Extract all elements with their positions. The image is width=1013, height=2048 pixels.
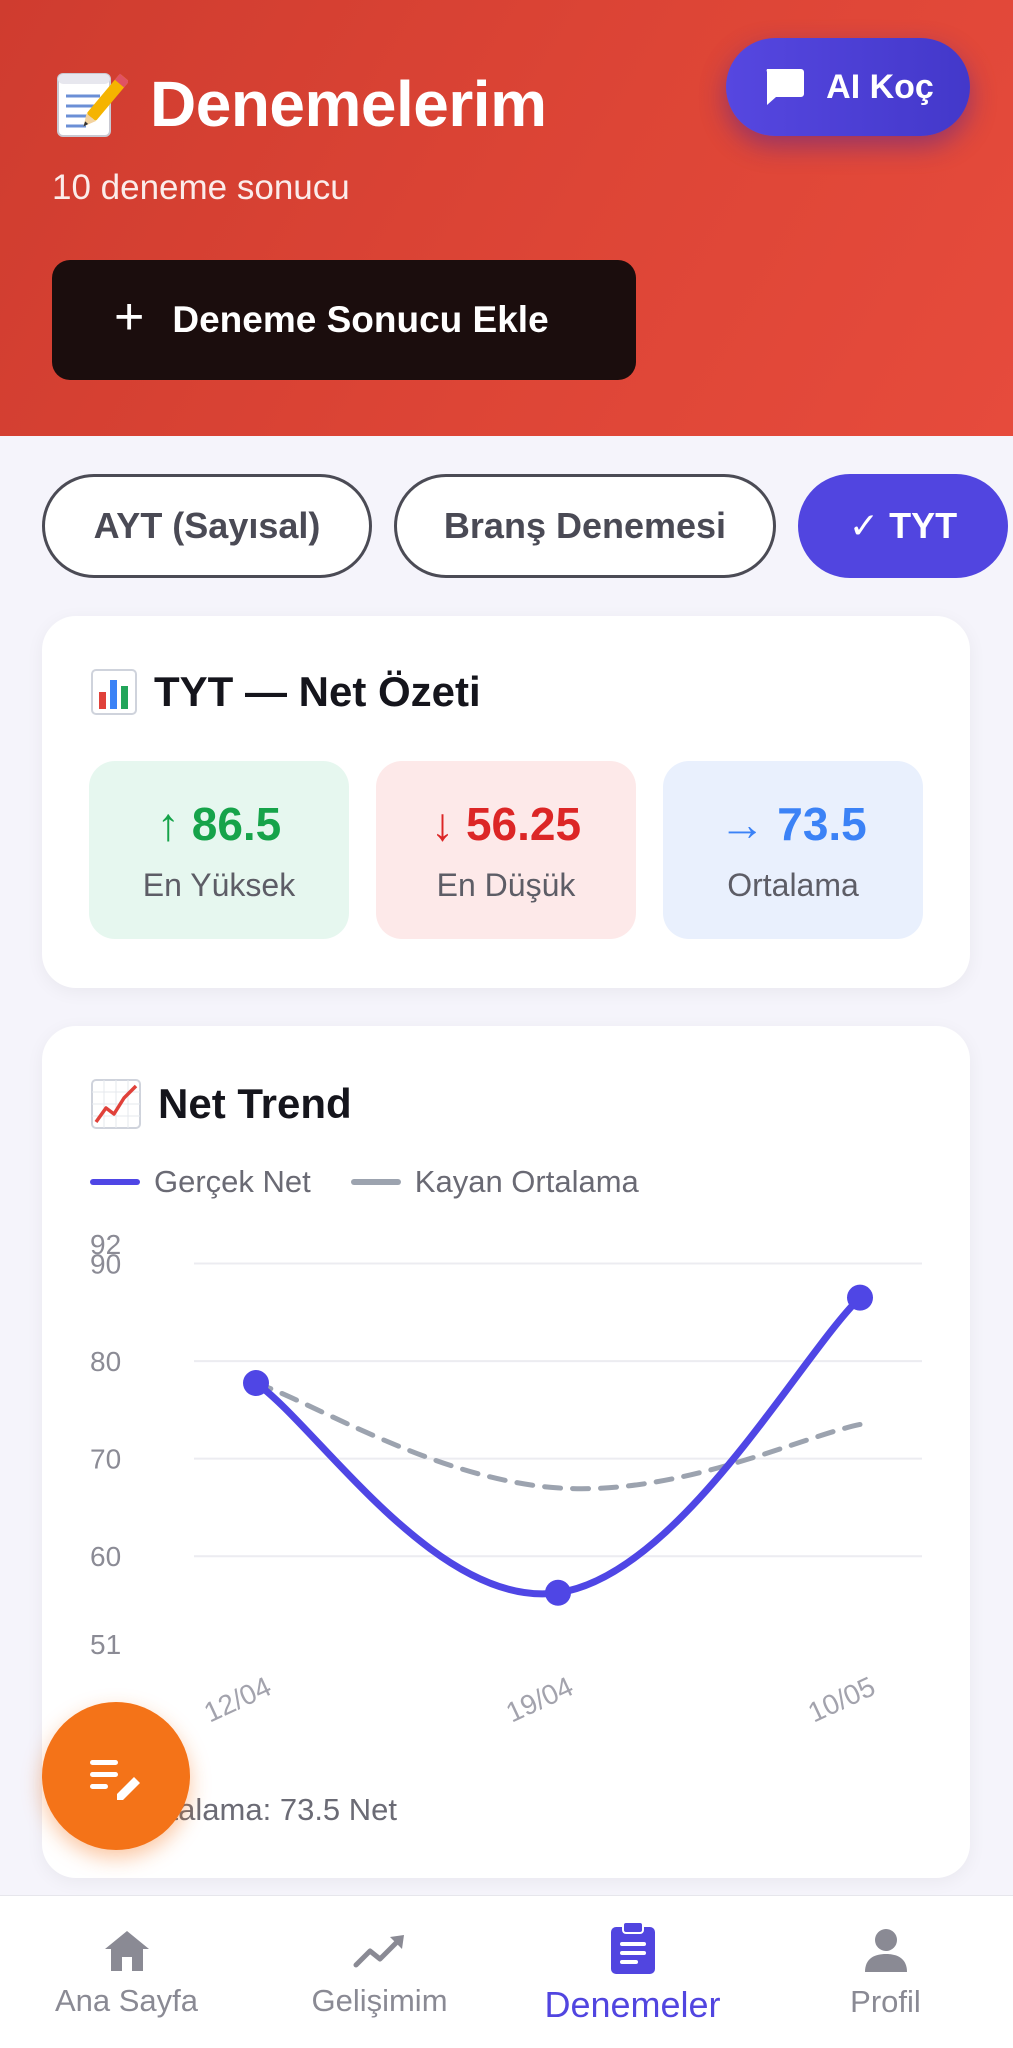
net-summary-card: TYT — Net Özeti ↑ 86.5 En Yüksek ↓ 56.25…: [42, 616, 970, 988]
trending-up-icon: [353, 1934, 404, 1967]
clipboard-icon: [610, 1920, 655, 1974]
page-header: Denemelerim 10 deneme sonucu AI Koç + De…: [0, 0, 1013, 436]
plus-icon: +: [114, 288, 145, 346]
y-tick-label: 51: [90, 1629, 121, 1660]
net-trend-chart: 51607080909212/04 19/04 10/05: [90, 1229, 922, 1729]
stat-lowest-value: ↓ 56.25: [430, 797, 582, 850]
stat-lowest-label: En Düşük: [436, 866, 576, 903]
stat-average-label: Ortalama: [727, 866, 859, 903]
add-exam-result-button[interactable]: + Deneme Sonucu Ekle: [52, 260, 636, 380]
y-tick-label: 92: [90, 1229, 121, 1260]
nav-item-label: Profil: [850, 1983, 921, 2019]
stat-highest-label: En Yüksek: [142, 866, 296, 903]
quick-note-fab[interactable]: [42, 1702, 190, 1850]
net-summary-title-text: TYT — Net Özeti: [154, 668, 481, 715]
bottom-navigation: Ana Sayfa Gelişimim Denemeler Profil: [0, 1895, 1013, 2048]
memo-icon: [57, 73, 128, 137]
actual-net-line: [252, 1294, 864, 1598]
y-tick-label: 70: [90, 1444, 121, 1475]
actual-net-point: [545, 1579, 571, 1606]
stat-lowest: ↓ 56.25 En Düşük: [376, 761, 636, 939]
person-icon: [864, 1928, 907, 1972]
stat-highest-value: ↑ 86.5: [156, 797, 282, 850]
nav-item-label: Denemeler: [544, 1983, 721, 2025]
net-summary-title: TYT — Net Özeti: [90, 668, 481, 716]
ai-coach-button[interactable]: AI Koç: [726, 38, 970, 136]
ai-coach-label: AI Koç: [826, 67, 934, 106]
bar-chart-icon: [91, 669, 137, 715]
page-title-text: Denemelerim: [150, 68, 547, 140]
filter-chip-label: Branş Denemesi: [443, 505, 727, 546]
arrow-up-icon: ↑: [156, 797, 180, 850]
filter-chip-ayt-sayisal[interactable]: AYT (Sayısal): [42, 474, 372, 578]
nav-item-profile[interactable]: Profil: [759, 1896, 1012, 2048]
stat-average: → 73.5 Ortalama: [663, 761, 923, 939]
filter-chip-brans-denemesi[interactable]: Branş Denemesi: [394, 474, 776, 578]
filter-chip-label: AYT (Sayısal): [93, 505, 321, 546]
filter-chip-label: ✓ TYT: [848, 505, 958, 546]
actual-net-point: [243, 1370, 269, 1397]
arrow-down-icon: ↓: [430, 797, 454, 850]
x-tick-label: 10/05: [803, 1671, 880, 1729]
actual-net-point: [847, 1284, 873, 1311]
nav-item-exams[interactable]: Denemeler: [506, 1896, 759, 2048]
stat-highest: ↑ 86.5 En Yüksek: [89, 761, 349, 939]
filter-chip-tyt[interactable]: ✓ TYT: [798, 474, 1008, 578]
edit-note-icon: [90, 1760, 140, 1800]
stat-average-value: → 73.5: [719, 797, 867, 850]
exam-count-subtitle: 10 deneme sonucu: [52, 168, 350, 207]
nav-item-label: Gelişimim: [311, 1982, 448, 2018]
add-exam-result-label: Deneme Sonucu Ekle: [172, 299, 549, 340]
home-icon: [104, 1930, 149, 1971]
x-tick-label: 12/04: [199, 1671, 276, 1729]
arrow-right-icon: →: [719, 797, 766, 850]
chat-icon: [766, 69, 805, 105]
y-tick-label: 80: [90, 1346, 121, 1377]
y-tick-label: 60: [90, 1541, 121, 1572]
nav-item-home[interactable]: Ana Sayfa: [0, 1896, 253, 2048]
nav-item-label: Ana Sayfa: [54, 1982, 199, 2018]
page-title: Denemelerim: [52, 66, 547, 142]
x-tick-label: 19/04: [501, 1671, 578, 1729]
nav-item-progress[interactable]: Gelişimim: [253, 1896, 506, 2048]
